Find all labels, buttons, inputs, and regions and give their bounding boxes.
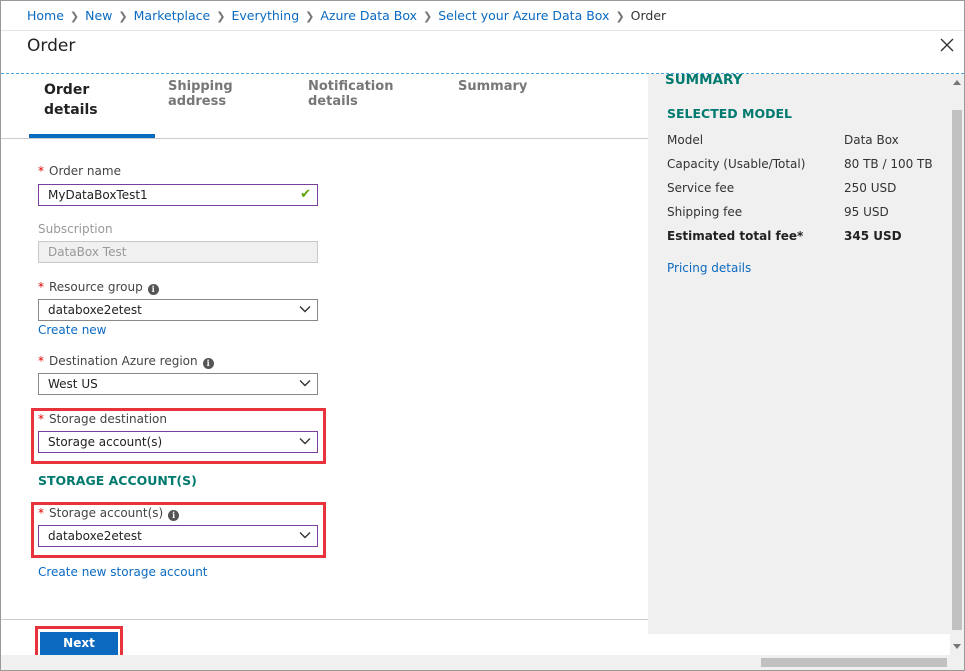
tab-shipping-address[interactable]: Shipping address	[168, 79, 233, 109]
scroll-up-icon[interactable]	[953, 80, 961, 85]
breadcrumb-azure-data-box[interactable]: Azure Data Box	[320, 8, 417, 23]
region-label: * Destination Azure region i	[38, 354, 214, 369]
order-name-label: * Order name	[38, 164, 121, 178]
order-name-input[interactable]: MyDataBoxTest1 ✔	[38, 184, 318, 206]
subscription-label: Subscription	[38, 222, 113, 236]
chevron-down-icon	[299, 306, 311, 313]
storage-accounts-heading: STORAGE ACCOUNT(S)	[38, 473, 197, 488]
close-button[interactable]	[936, 34, 958, 56]
info-icon[interactable]: i	[147, 284, 159, 295]
chevron-right-icon: ❯	[69, 10, 80, 23]
summary-panel: SUMMARY SELECTED MODEL Model Data Box Cap…	[648, 72, 950, 634]
active-tab-indicator	[29, 134, 155, 138]
chevron-right-icon: ❯	[615, 10, 625, 23]
subscription-input: DataBox Test	[38, 241, 318, 263]
breadcrumb-select-data-box[interactable]: Select your Azure Data Box	[438, 8, 609, 23]
chevron-right-icon: ❯	[422, 10, 433, 23]
scrollbar-thumb[interactable]	[952, 110, 962, 630]
region-select[interactable]: West US	[38, 373, 318, 395]
create-new-resource-group-link[interactable]: Create new	[38, 323, 107, 337]
breadcrumb: Home ❯ New ❯ Marketplace ❯ Everything ❯ Azure Da…	[1, 1, 964, 31]
info-icon[interactable]: i	[202, 358, 214, 369]
selected-model-heading: SELECTED MODEL	[667, 106, 792, 121]
breadcrumb-current: Order	[630, 8, 667, 23]
chevron-right-icon: ❯	[118, 10, 128, 23]
highlight-box-storage-accounts	[31, 502, 326, 558]
tab-summary[interactable]: Summary	[458, 79, 527, 94]
create-new-storage-account-link[interactable]: Create new storage account	[38, 565, 208, 579]
resource-group-label: * Resource group i	[38, 280, 159, 295]
resource-group-select[interactable]: databoxe2etest	[38, 299, 318, 321]
breadcrumb-marketplace[interactable]: Marketplace	[134, 8, 211, 23]
chevron-right-icon: ❯	[305, 10, 315, 23]
breadcrumb-everything[interactable]: Everything	[231, 8, 299, 23]
scrollbar-thumb[interactable]	[761, 658, 947, 667]
tab-notification-details[interactable]: Notification details	[308, 79, 393, 109]
breadcrumb-new[interactable]: New	[85, 8, 112, 23]
footer-divider	[1, 619, 648, 620]
chevron-right-icon: ❯	[216, 10, 226, 23]
breadcrumb-home[interactable]: Home	[27, 8, 64, 23]
page-title: Order	[27, 36, 76, 56]
vertical-scrollbar[interactable]	[950, 74, 964, 655]
scroll-down-icon[interactable]	[953, 644, 961, 649]
tab-order-details[interactable]: Order details	[44, 80, 98, 120]
checkmark-icon: ✔	[300, 187, 311, 202]
pricing-details-link[interactable]: Pricing details	[667, 261, 751, 275]
order-blade: Home ❯ New ❯ Marketplace ❯ Everything ❯ Azure Da…	[0, 0, 965, 671]
close-icon	[940, 38, 954, 52]
next-button[interactable]: Next	[40, 632, 118, 655]
highlight-box-storage-destination	[31, 408, 326, 464]
summary-title: SUMMARY	[665, 72, 743, 88]
horizontal-scrollbar[interactable]	[1, 655, 964, 670]
wizard-tabs: Order details Shipping address Notificatio…	[1, 74, 648, 139]
chevron-down-icon	[299, 380, 311, 387]
